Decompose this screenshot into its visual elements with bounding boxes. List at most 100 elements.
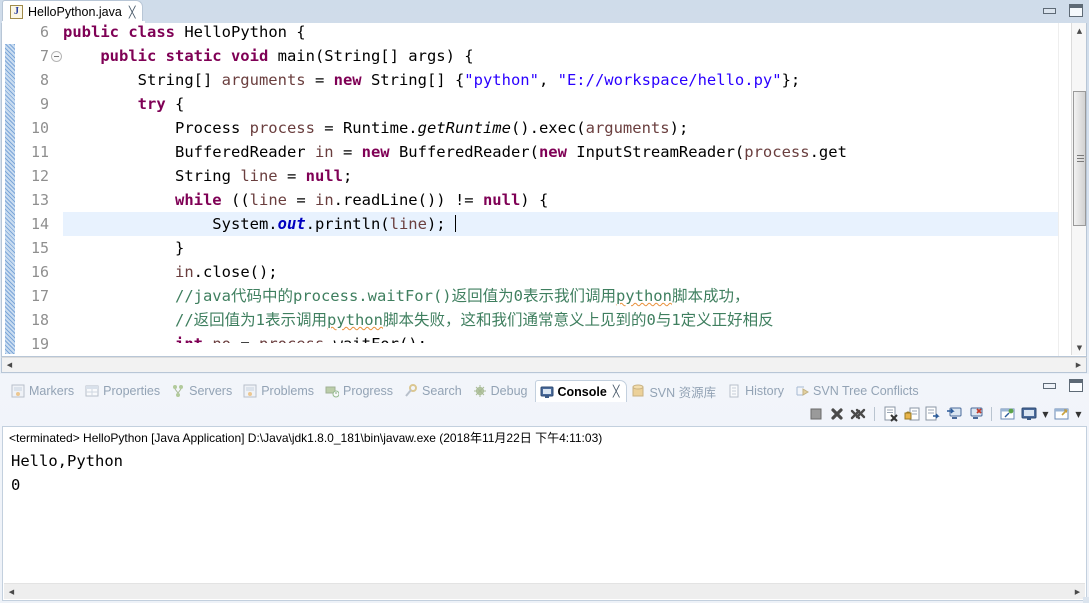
maximize-icon[interactable] [1069,4,1083,17]
code-line[interactable]: System.out.println(line); [63,212,1058,236]
tab-svn-资源库[interactable]: SVN 资源库 [627,380,723,402]
code-token: in [314,143,334,161]
tab-label: History [745,384,785,398]
tab-properties[interactable]: Properties [81,380,167,402]
tab-debug[interactable]: Debug [469,380,535,402]
line-number: 8 [39,71,49,89]
minimize-icon[interactable] [1043,7,1056,14]
console-vertical-scrollbar[interactable] [1069,428,1085,585]
code-token: }; [781,71,801,89]
editor-text-area[interactable]: 6 7 8 9 10 11 12 13 14 15 16 17 18 19 public class He… [1,23,1087,357]
code-token: new [538,143,577,161]
code-line[interactable]: String[] arguments = new String[] {"pyth… [63,68,801,92]
code-token: String[] { [370,71,465,89]
console-part: Markers Properties Servers Problems Progress… [0,374,1089,603]
scroll-left-arrow[interactable]: ◀ [4,585,19,599]
debug-icon [473,384,487,398]
code-token: .waitFor(); [324,335,427,353]
code-token: = [333,143,362,161]
tab-markers[interactable]: Markers [7,380,81,402]
editor-horizontal-scrollbar[interactable]: ◀ ▶ [1,357,1087,373]
code-token: = [277,167,306,185]
markers-icon [11,384,25,398]
tab-servers[interactable]: Servers [167,380,239,402]
display-selected-console-button[interactable] [1020,405,1038,423]
code-token: System. [63,215,278,233]
open-console-button[interactable] [1053,405,1071,423]
code-lines[interactable]: public class HelloPython { public static… [63,23,1058,356]
tab-label: Console [557,384,607,399]
open-console-dropdown[interactable]: ▼ [1074,410,1083,419]
close-icon[interactable]: ╳ [129,6,136,19]
tab-progress[interactable]: Progress [321,380,400,402]
fold-collapse-icon[interactable] [51,51,62,62]
show-console-on-output-button[interactable] [945,405,963,423]
scroll-lock-button[interactable] [903,405,921,423]
line-number: 16 [30,263,49,281]
code-token: String [63,167,241,185]
line-number-ruler: 6 7 8 9 10 11 12 13 14 15 16 17 18 19 [15,23,63,356]
code-token: { [174,95,185,113]
close-icon[interactable]: ╳ [613,385,620,398]
line-number: 11 [30,143,49,161]
code-line[interactable]: BufferedReader in = new BufferedReader(n… [63,140,847,164]
code-token: ); [669,119,689,137]
remove-launch-button[interactable] [828,405,846,423]
display-selected-console-dropdown[interactable]: ▼ [1041,410,1050,419]
console-view-toolbar: ▼ ▼ [807,402,1083,426]
code-token: } [63,239,185,257]
code-token: arguments [221,71,306,89]
editor-vertical-scrollbar[interactable]: ▲ ▼ [1071,23,1086,355]
code-line[interactable]: try { [63,92,185,116]
editor-tab-hellopython[interactable]: J HelloPython.java ╳ [2,0,144,23]
text-caret [454,215,456,232]
console-output-area[interactable]: <terminated> HelloPython [Java Applicati… [2,426,1087,601]
code-token: ); [426,215,455,233]
console-horizontal-scrollbar[interactable]: ◀ ▶ [4,583,1085,599]
tab-label: SVN Tree Conflicts [813,384,919,398]
vertical-scrollbar-thumb[interactable] [1073,91,1086,226]
change-bar [5,44,15,354]
code-line[interactable]: public static void main(String[] args) { [63,44,473,68]
clear-console-button[interactable] [882,405,900,423]
minimize-icon[interactable] [1043,382,1056,389]
code-line[interactable]: in.close(); [63,260,278,284]
tab-svn-tree-conflicts[interactable]: SVN Tree Conflicts [791,380,926,402]
code-line[interactable]: } [63,236,184,260]
terminate-button[interactable] [807,405,825,423]
code-line[interactable]: String line = null; [63,164,352,188]
editor-tab-label: HelloPython.java [28,5,122,19]
scroll-up-arrow[interactable]: ▲ [1072,23,1086,38]
code-token: python [326,311,383,329]
tab-history[interactable]: History [723,380,791,402]
horizontal-scrollbar-track[interactable] [17,358,1071,372]
remove-all-terminated-button[interactable] [849,405,867,423]
scroll-down-arrow[interactable]: ▼ [1072,340,1086,355]
word-wrap-button[interactable] [924,405,942,423]
separator-1 [874,407,875,421]
tab-label: Debug [490,384,528,398]
line-number: 9 [39,95,49,113]
tab-search[interactable]: Search [400,380,469,402]
code-line[interactable]: while ((line = in.readLine()) != null) { [63,188,548,212]
code-token: public static void [100,47,278,65]
maximize-icon[interactable] [1069,379,1083,392]
tab-console[interactable]: Console ╳ [534,380,628,402]
code-token: = [286,191,315,209]
show-console-on-error-button[interactable] [966,405,984,423]
code-line[interactable]: Process process = Runtime.getRuntime().e… [63,116,688,140]
code-line[interactable]: //java代码中的process.waitFor()返回值为0表示我们调用py… [63,284,750,308]
history-icon [727,384,741,398]
tab-problems[interactable]: Problems [239,380,321,402]
code-line[interactable]: int no = process.waitFor(); [63,332,427,353]
pin-console-button[interactable] [999,405,1017,423]
console-icon [540,385,554,399]
scroll-left-arrow[interactable]: ◀ [2,358,17,372]
code-line[interactable]: //返回值为1表示调用python脚本失败，这和我们通常意义上见到的0与1定义正… [63,308,774,332]
code-token: BufferedReader( [398,143,539,161]
code-line[interactable]: public class HelloPython { [63,23,306,44]
code-token: , [538,71,558,89]
code-token: int [174,335,213,353]
scroll-right-arrow[interactable]: ▶ [1071,358,1086,372]
